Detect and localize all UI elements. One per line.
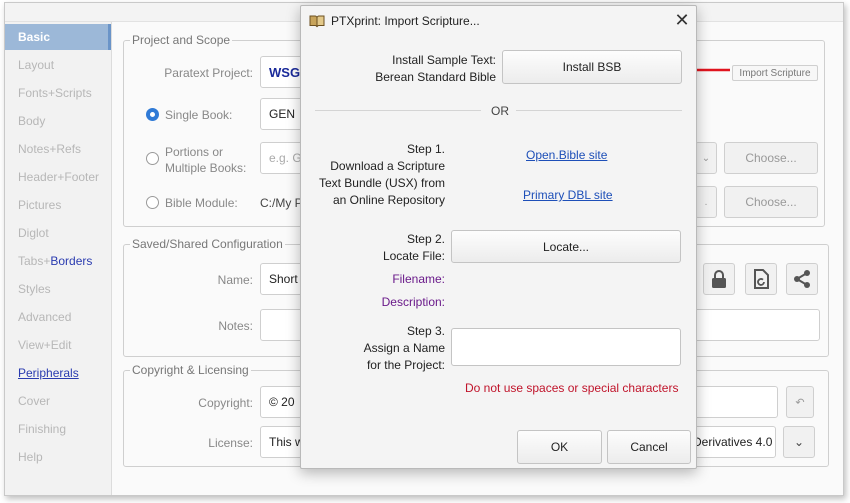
portions-label: Portions or Multiple Books: (165, 144, 246, 176)
single-book-radio[interactable] (146, 108, 159, 121)
step3-line2: Assign a Name (363, 341, 445, 355)
single-book-label: Single Book: (165, 108, 233, 122)
sidebar: Basic Layout Fonts+Scripts Body Notes+Re… (5, 22, 112, 495)
sidebar-item-layout[interactable]: Layout (5, 52, 111, 78)
description-label: Description: (381, 295, 445, 309)
project-name-input[interactable] (451, 328, 681, 366)
portions-label-line2: Multiple Books: (165, 161, 247, 175)
or-label: OR (491, 104, 509, 118)
bible-module-value: C:/My P (260, 196, 303, 210)
sidebar-item-notes-refs[interactable]: Notes+Refs (5, 136, 111, 162)
choose-module-button[interactable]: Choose... (724, 186, 818, 218)
ok-button[interactable]: OK (517, 430, 602, 464)
dialog-close-button[interactable]: ✕ (671, 9, 693, 31)
or-separator-left (315, 110, 481, 111)
config-name-label: Name: (217, 273, 253, 287)
dialog-titlebar: PTXprint: Import Scripture... ✕ (301, 6, 696, 36)
step3-line1: Step 3. (406, 324, 445, 338)
step3-line3: for the Project: (366, 358, 445, 372)
sidebar-item-cover[interactable]: Cover (5, 388, 111, 414)
copyright-legend: Copyright & Licensing (132, 363, 249, 377)
step1-line2: Download a Scripture (330, 159, 445, 173)
sidebar-item-fonts-scripts[interactable]: Fonts+Scripts (5, 80, 111, 106)
install-bsb-button[interactable]: Install BSB (502, 50, 682, 84)
import-scripture-dialog: PTXprint: Import Scripture... ✕ Install … (300, 5, 697, 469)
license-label: License: (208, 436, 253, 450)
locate-button[interactable]: Locate... (451, 230, 681, 263)
open-bible-link[interactable]: Open.Bible site (526, 148, 607, 162)
or-separator-right (516, 110, 682, 111)
license-dropdown[interactable]: ⌄ (783, 426, 815, 458)
share-config-button[interactable] (786, 263, 818, 295)
sidebar-item-borders-suffix: Borders (50, 254, 93, 268)
license-right-value: Derivatives 4.0 I (693, 435, 776, 449)
step1-label: Step 1. Download a Scripture Text Bundle… (315, 141, 445, 209)
sidebar-item-pictures[interactable]: Pictures (5, 192, 111, 218)
copyright-reset-button[interactable]: ↶ (786, 386, 814, 418)
sidebar-item-view-edit[interactable]: View+Edit (5, 332, 111, 358)
step1-line4: an Online Repository (332, 193, 445, 207)
share-icon (794, 270, 810, 288)
bible-module-radio[interactable] (146, 196, 159, 209)
step2-line2: Locate File: (382, 249, 445, 263)
portions-radio[interactable] (146, 152, 159, 165)
sidebar-item-help[interactable]: Help (5, 444, 111, 470)
choose-books-button[interactable]: Choose... (724, 142, 818, 174)
dialog-title: PTXprint: Import Scripture... (331, 14, 480, 28)
step3-label: Step 3. Assign a Name for the Project: (315, 323, 445, 374)
book-icon (309, 15, 325, 28)
sidebar-item-tabs-borders[interactable]: Tabs+Borders (5, 248, 111, 274)
lock-config-button[interactable] (703, 263, 735, 295)
sidebar-item-finishing[interactable]: Finishing (5, 416, 111, 442)
saved-config-legend: Saved/Shared Configuration (132, 237, 283, 251)
sidebar-item-basic[interactable]: Basic (5, 24, 111, 50)
sidebar-item-tabs-prefix: Tabs+ (18, 254, 51, 268)
portions-label-line1: Portions or (165, 145, 224, 159)
sidebar-item-header-footer[interactable]: Header+Footer (5, 164, 111, 190)
cancel-button[interactable]: Cancel (607, 430, 691, 464)
close-icon: ✕ (674, 9, 690, 30)
ellipsis-icon: . (704, 196, 708, 208)
sidebar-item-diglot[interactable]: Diglot (5, 220, 111, 246)
sidebar-item-advanced[interactable]: Advanced (5, 304, 111, 330)
chevron-down-icon: ⌄ (701, 152, 711, 164)
warning-text: Do not use spaces or special characters (465, 381, 679, 395)
config-notes-label: Notes: (218, 319, 253, 333)
document-refresh-icon (754, 269, 769, 289)
bible-module-browse[interactable]: . (695, 186, 717, 218)
portions-dropdown[interactable]: ⌄ (695, 142, 717, 174)
reset-config-button[interactable] (745, 263, 777, 295)
step2-label: Step 2. Locate File: (315, 231, 445, 265)
filename-label: Filename: (392, 272, 445, 286)
import-scripture-button[interactable]: Import Scripture (732, 65, 818, 81)
primary-dbl-link[interactable]: Primary DBL site (523, 188, 613, 202)
bible-module-label: Bible Module: (165, 196, 238, 210)
step1-line1: Step 1. (406, 142, 445, 156)
copyright-label: Copyright: (198, 396, 253, 410)
sidebar-item-styles[interactable]: Styles (5, 276, 111, 302)
install-sample-label-line2: Berean Standard Bible (375, 70, 496, 84)
step1-line3: Text Bundle (USX) from (318, 176, 445, 190)
paratext-project-label: Paratext Project: (164, 66, 253, 80)
sidebar-item-peripherals[interactable]: Peripherals (5, 360, 111, 386)
license-value: This w (269, 435, 304, 449)
lock-icon (712, 270, 726, 288)
project-scope-legend: Project and Scope (132, 33, 231, 47)
undo-icon: ↶ (795, 396, 805, 409)
sidebar-item-body[interactable]: Body (5, 108, 111, 134)
install-sample-label: Install Sample Text: Berean Standard Bib… (341, 52, 496, 86)
install-sample-label-line1: Install Sample Text: (392, 53, 496, 67)
step2-line1: Step 2. (406, 232, 445, 246)
chevron-down-icon: ⌄ (793, 435, 805, 449)
